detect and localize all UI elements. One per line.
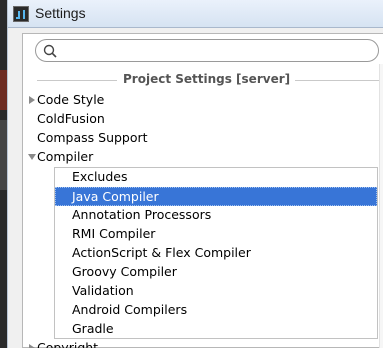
tree-item-compass-support[interactable]: Compass Support bbox=[23, 129, 368, 148]
intellij-idea-icon bbox=[13, 6, 29, 22]
tree-item-gradle[interactable]: Gradle bbox=[55, 320, 377, 339]
tree-item-code-style[interactable]: Code Style bbox=[23, 91, 368, 110]
tree-item-coldfusion[interactable]: ColdFusion bbox=[23, 110, 368, 129]
vertical-scrollbar[interactable] bbox=[379, 64, 383, 348]
triangle-right-icon[interactable] bbox=[27, 95, 37, 105]
tree-item-annotation-processors[interactable]: Annotation Processors bbox=[55, 206, 377, 225]
tree-item-compiler[interactable]: Compiler bbox=[23, 148, 368, 167]
tree-item-label: Compass Support bbox=[37, 130, 148, 145]
tree-item-validation[interactable]: Validation bbox=[55, 282, 377, 301]
tree-item-label: ColdFusion bbox=[37, 111, 105, 126]
triangle-down-icon[interactable] bbox=[27, 152, 37, 162]
tree-item-label: Excludes bbox=[72, 169, 128, 184]
app-icon-glyph bbox=[23, 10, 25, 19]
tree-item-label: Gradle bbox=[72, 321, 114, 336]
window-title: Settings bbox=[35, 5, 86, 21]
tree-item-label: Groovy Compiler bbox=[72, 264, 177, 279]
tree-item-label: Copyright bbox=[37, 340, 99, 348]
tree-item-label: Compiler bbox=[37, 149, 94, 164]
tree-item-label: Android Compilers bbox=[72, 302, 188, 317]
divider bbox=[295, 80, 382, 81]
divider bbox=[37, 80, 117, 81]
search-input[interactable] bbox=[62, 42, 372, 59]
tree-item-label: Java Compiler bbox=[72, 189, 159, 204]
triangle-right-icon[interactable] bbox=[27, 343, 37, 348]
tree-item-rmi-compiler[interactable]: RMI Compiler bbox=[55, 225, 377, 244]
tree-item-groovy-compiler[interactable]: Groovy Compiler bbox=[55, 263, 377, 282]
settings-window: Settings Project Settings [server] Code … bbox=[7, 0, 383, 348]
tree-item-label: RMI Compiler bbox=[72, 226, 156, 241]
title-bar[interactable]: Settings bbox=[8, 0, 383, 28]
tree-item-label: ActionScript & Flex Compiler bbox=[72, 245, 251, 260]
tree-item-android-compilers[interactable]: Android Compilers bbox=[55, 301, 377, 320]
app-icon-glyph bbox=[16, 11, 20, 19]
tree-item-label: Code Style bbox=[37, 92, 105, 107]
tree-item-actionscript-flex-compiler[interactable]: ActionScript & Flex Compiler bbox=[55, 244, 377, 263]
search-icon bbox=[43, 44, 57, 58]
tree-item-label: Validation bbox=[72, 283, 134, 298]
section-header-label: Project Settings [server] bbox=[123, 72, 291, 86]
settings-tree-panel: Project Settings [server] Code Style Col… bbox=[22, 33, 383, 348]
tree-item-java-compiler[interactable]: Java Compiler bbox=[55, 187, 377, 206]
tree-item-excludes[interactable]: Excludes bbox=[55, 168, 377, 187]
tree-item-copyright[interactable]: Copyright bbox=[23, 339, 368, 348]
compiler-children-list: Excludes Java Compiler Annotation Proces… bbox=[54, 167, 378, 339]
section-header: Project Settings [server] bbox=[37, 71, 382, 89]
search-field[interactable] bbox=[35, 39, 379, 62]
tree-item-label: Annotation Processors bbox=[72, 207, 212, 222]
